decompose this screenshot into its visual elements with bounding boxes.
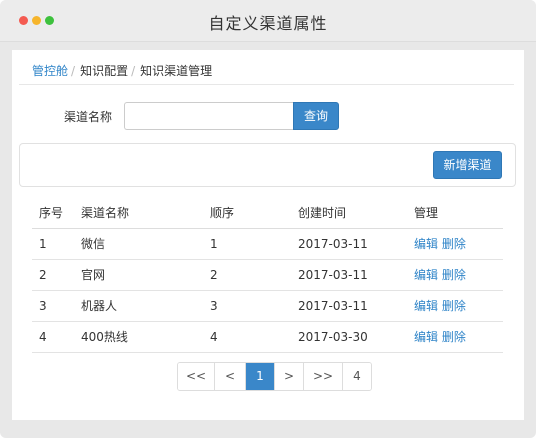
table-row: 3 机器人 3 2017-03-11 编辑 删除 — [32, 290, 503, 322]
cell-order: 2 — [203, 259, 291, 291]
table-row: 1 微信 1 2017-03-11 编辑 删除 — [32, 228, 503, 260]
add-channel-button[interactable]: 新增渠道 — [433, 151, 502, 179]
cell-order: 3 — [203, 290, 291, 322]
column-header-name: 渠道名称 — [74, 198, 203, 229]
breadcrumb-home-link[interactable]: 管控舱 — [32, 64, 68, 78]
cell-created: 2017-03-11 — [291, 259, 407, 291]
delete-link[interactable]: 删除 — [442, 237, 466, 251]
channel-table: 序号 渠道名称 顺序 创建时间 管理 1 微信 1 2017-03-11 编辑 … — [32, 198, 503, 353]
table-row: 2 官网 2 2017-03-11 编辑 删除 — [32, 259, 503, 291]
cell-manage: 编辑 删除 — [407, 259, 503, 291]
column-header-order: 顺序 — [203, 198, 291, 229]
cell-name: 官网 — [74, 259, 203, 291]
edit-link[interactable]: 编辑 — [414, 237, 438, 251]
pagination: << < 1 > >> 4 — [177, 362, 372, 391]
prev-page-button[interactable]: < — [215, 363, 246, 390]
cell-manage: 编辑 删除 — [407, 228, 503, 260]
cell-no: 2 — [32, 259, 74, 291]
breadcrumb-divider — [19, 84, 514, 85]
cell-created: 2017-03-30 — [291, 321, 407, 353]
delete-link[interactable]: 删除 — [442, 268, 466, 282]
cell-name: 微信 — [74, 228, 203, 260]
channel-name-search-input[interactable] — [124, 102, 294, 130]
last-page-button[interactable]: >> — [304, 363, 343, 390]
table-header-row: 序号 渠道名称 顺序 创建时间 管理 — [32, 198, 503, 229]
breadcrumb-current: 知识渠道管理 — [140, 64, 213, 78]
breadcrumb: 管控舱 / 知识配置 / 知识渠道管理 — [32, 62, 212, 79]
cell-manage: 编辑 删除 — [407, 321, 503, 353]
title-bar: 自定义渠道属性 — [0, 0, 536, 42]
column-header-no: 序号 — [32, 198, 74, 229]
app-window: 自定义渠道属性 管控舱 / 知识配置 / 知识渠道管理 渠道名称 查询 新增渠道 序号 … — [0, 0, 536, 438]
search-label: 渠道名称 — [64, 110, 113, 124]
cell-order: 4 — [203, 321, 291, 353]
cell-name: 400热线 — [74, 321, 203, 353]
cell-created: 2017-03-11 — [291, 228, 407, 260]
breadcrumb-separator: / — [131, 64, 136, 78]
cell-no: 1 — [32, 228, 74, 260]
cell-order: 1 — [203, 228, 291, 260]
next-page-button[interactable]: > — [275, 363, 304, 390]
cell-no: 4 — [32, 321, 74, 353]
window-title: 自定义渠道属性 — [208, 14, 328, 33]
delete-link[interactable]: 删除 — [442, 299, 466, 313]
search-button[interactable]: 查询 — [293, 102, 339, 130]
cell-manage: 编辑 删除 — [407, 290, 503, 322]
column-header-created: 创建时间 — [291, 198, 407, 229]
cell-no: 3 — [32, 290, 74, 322]
edit-link[interactable]: 编辑 — [414, 268, 438, 282]
column-header-manage: 管理 — [407, 198, 503, 229]
cell-name: 机器人 — [74, 290, 203, 322]
breadcrumb-level1: 知识配置 — [80, 64, 129, 78]
breadcrumb-separator: / — [71, 64, 76, 78]
total-pages-label: 4 — [343, 363, 371, 390]
content-panel: 管控舱 / 知识配置 / 知识渠道管理 渠道名称 查询 新增渠道 序号 渠道名称 顺序 … — [12, 50, 524, 420]
edit-link[interactable]: 编辑 — [414, 330, 438, 344]
edit-link[interactable]: 编辑 — [414, 299, 438, 313]
page-1-button[interactable]: 1 — [246, 363, 275, 390]
table-row: 4 400热线 4 2017-03-30 编辑 删除 — [32, 321, 503, 353]
cell-created: 2017-03-11 — [291, 290, 407, 322]
action-toolbar: 新增渠道 — [19, 143, 516, 187]
first-page-button[interactable]: << — [178, 363, 215, 390]
delete-link[interactable]: 删除 — [442, 330, 466, 344]
